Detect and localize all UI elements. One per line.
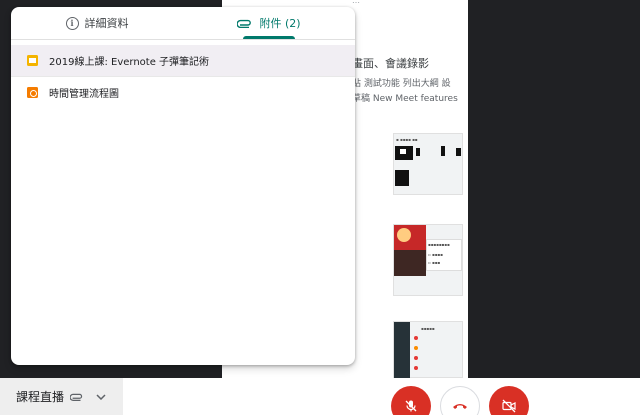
slide-thumbnail: ▪▪▪▪▪ xyxy=(393,321,463,378)
info-icon: i xyxy=(65,16,79,30)
doc-line-2: 貼 測試功能 列出大綱 設 xyxy=(352,79,451,89)
mic-toggle-button[interactable] xyxy=(391,386,431,415)
tab-attachments-label: 附件 (2) xyxy=(259,17,301,30)
slide-thumbnail: ▪▪▪▪▪▪▪▪ ▫ ▪▪▪▪ ▫ ▪▪▪ xyxy=(393,224,463,296)
camera-toggle-button[interactable] xyxy=(489,386,529,415)
phone-hangup-icon xyxy=(453,404,467,409)
attachment-label: 時間管理流程圖 xyxy=(49,89,119,100)
tab-details-label: 詳細資料 xyxy=(84,17,129,30)
doc-line-3: 草稿 New Meet features xyxy=(352,94,458,104)
google-drawings-icon xyxy=(27,87,38,98)
attachment-list: 2019線上課: Evernote 子彈筆記術 時間管理流程圖 xyxy=(11,40,355,108)
chevron-down-icon xyxy=(96,393,106,400)
doc-line-1: 畫面、會議錄影 xyxy=(352,57,429,70)
attachment-item[interactable]: 時間管理流程圖 xyxy=(11,77,355,108)
leave-call-button[interactable] xyxy=(440,386,480,415)
meeting-title: 課程直播 xyxy=(16,390,65,404)
meeting-details-button[interactable]: 課程直播 xyxy=(0,378,123,415)
attachment-item[interactable]: 2019線上課: Evernote 子彈筆記術 xyxy=(11,45,355,76)
tab-attachments[interactable]: 附件 (2) xyxy=(183,7,355,39)
mic-off-icon xyxy=(405,400,417,412)
panel-tabs: i 詳細資料 附件 (2) xyxy=(11,7,355,40)
google-slides-icon xyxy=(27,55,38,66)
doc-top-fragment: … xyxy=(352,0,360,5)
slide-thumbnail: ▪ ▪▪▪▪ ▪▪ xyxy=(393,133,463,195)
camera-off-icon xyxy=(502,399,516,413)
attachment-label: 2019線上課: Evernote 子彈筆記術 xyxy=(49,57,210,68)
paperclip-icon xyxy=(237,19,252,28)
paperclip-icon xyxy=(70,393,83,401)
tab-details[interactable]: i 詳細資料 xyxy=(11,7,183,39)
call-controls-bar: 課程直播 xyxy=(0,378,640,415)
meeting-details-panel: i 詳細資料 附件 (2) 2019線上課: Evernote 子彈筆記術 時間… xyxy=(11,7,355,365)
